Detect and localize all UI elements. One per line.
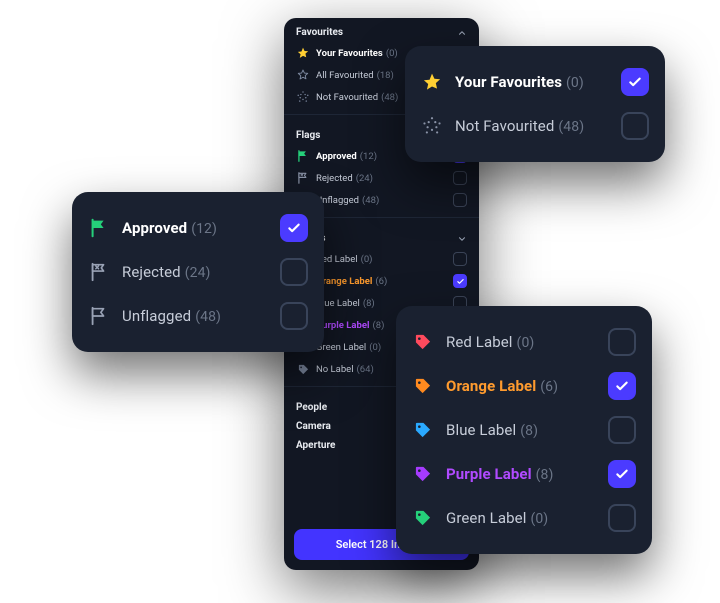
tag-icon xyxy=(412,463,434,485)
star-dotted-icon xyxy=(296,90,310,104)
checkbox[interactable] xyxy=(453,274,467,288)
star-outline-icon xyxy=(296,68,310,82)
checkbox[interactable] xyxy=(608,328,636,356)
checkbox[interactable] xyxy=(608,504,636,532)
flag-solid-icon xyxy=(88,217,110,239)
checkbox[interactable] xyxy=(280,214,308,242)
flag-outline-icon xyxy=(88,305,110,327)
section-title: Flags xyxy=(296,130,320,141)
star-solid-icon xyxy=(421,71,443,93)
tag-icon xyxy=(412,331,434,353)
checkbox[interactable] xyxy=(453,171,467,185)
row-rejected[interactable]: Rejected(24) xyxy=(88,250,308,294)
star-dotted-icon xyxy=(421,115,443,137)
favourites-popout: Your Favourites(0) Not Favourited(48) xyxy=(405,46,665,162)
tag-icon xyxy=(412,375,434,397)
checkbox[interactable] xyxy=(608,416,636,444)
row-red-label[interactable]: Red Label(0) xyxy=(412,320,636,364)
tag-icon xyxy=(412,507,434,529)
chevron-down-icon xyxy=(457,234,467,244)
flag-x-icon xyxy=(296,171,310,185)
checkbox[interactable] xyxy=(453,193,467,207)
row-not-favourited[interactable]: Not Favourited(48) xyxy=(421,104,649,148)
section-title: Aperture xyxy=(296,440,335,451)
row-blue-label[interactable]: Blue Label(8) xyxy=(412,408,636,452)
tag-icon xyxy=(412,419,434,441)
checkbox[interactable] xyxy=(608,372,636,400)
checkbox[interactable] xyxy=(621,112,649,140)
checkbox[interactable] xyxy=(280,302,308,330)
flag-solid-icon xyxy=(296,149,310,163)
chevron-up-icon xyxy=(457,28,467,38)
star-solid-icon xyxy=(296,46,310,60)
labels-popout: Red Label(0) Orange Label(6) Blue Label(… xyxy=(396,306,652,554)
section-favourites[interactable]: Favourites xyxy=(284,18,479,42)
section-title: People xyxy=(296,402,327,413)
row-orange-label[interactable]: Orange Label(6) xyxy=(412,364,636,408)
section-title: Favourites xyxy=(296,27,343,38)
flags-popout: Approved(12) Rejected(24) Unflagged(48) xyxy=(72,192,324,352)
section-title: Camera xyxy=(296,421,331,432)
tag-icon xyxy=(296,362,310,376)
row-unflagged[interactable]: Unflagged(48) xyxy=(88,294,308,338)
checkbox[interactable] xyxy=(280,258,308,286)
checkbox[interactable] xyxy=(621,68,649,96)
row-your-favourites[interactable]: Your Favourites(0) xyxy=(421,60,649,104)
row-rejected[interactable]: Rejected(24) xyxy=(284,167,479,189)
checkbox[interactable] xyxy=(608,460,636,488)
row-approved[interactable]: Approved(12) xyxy=(88,206,308,250)
row-purple-label[interactable]: Purple Label(8) xyxy=(412,452,636,496)
flag-x-icon xyxy=(88,261,110,283)
row-green-label[interactable]: Green Label(0) xyxy=(412,496,636,540)
checkbox[interactable] xyxy=(453,252,467,266)
